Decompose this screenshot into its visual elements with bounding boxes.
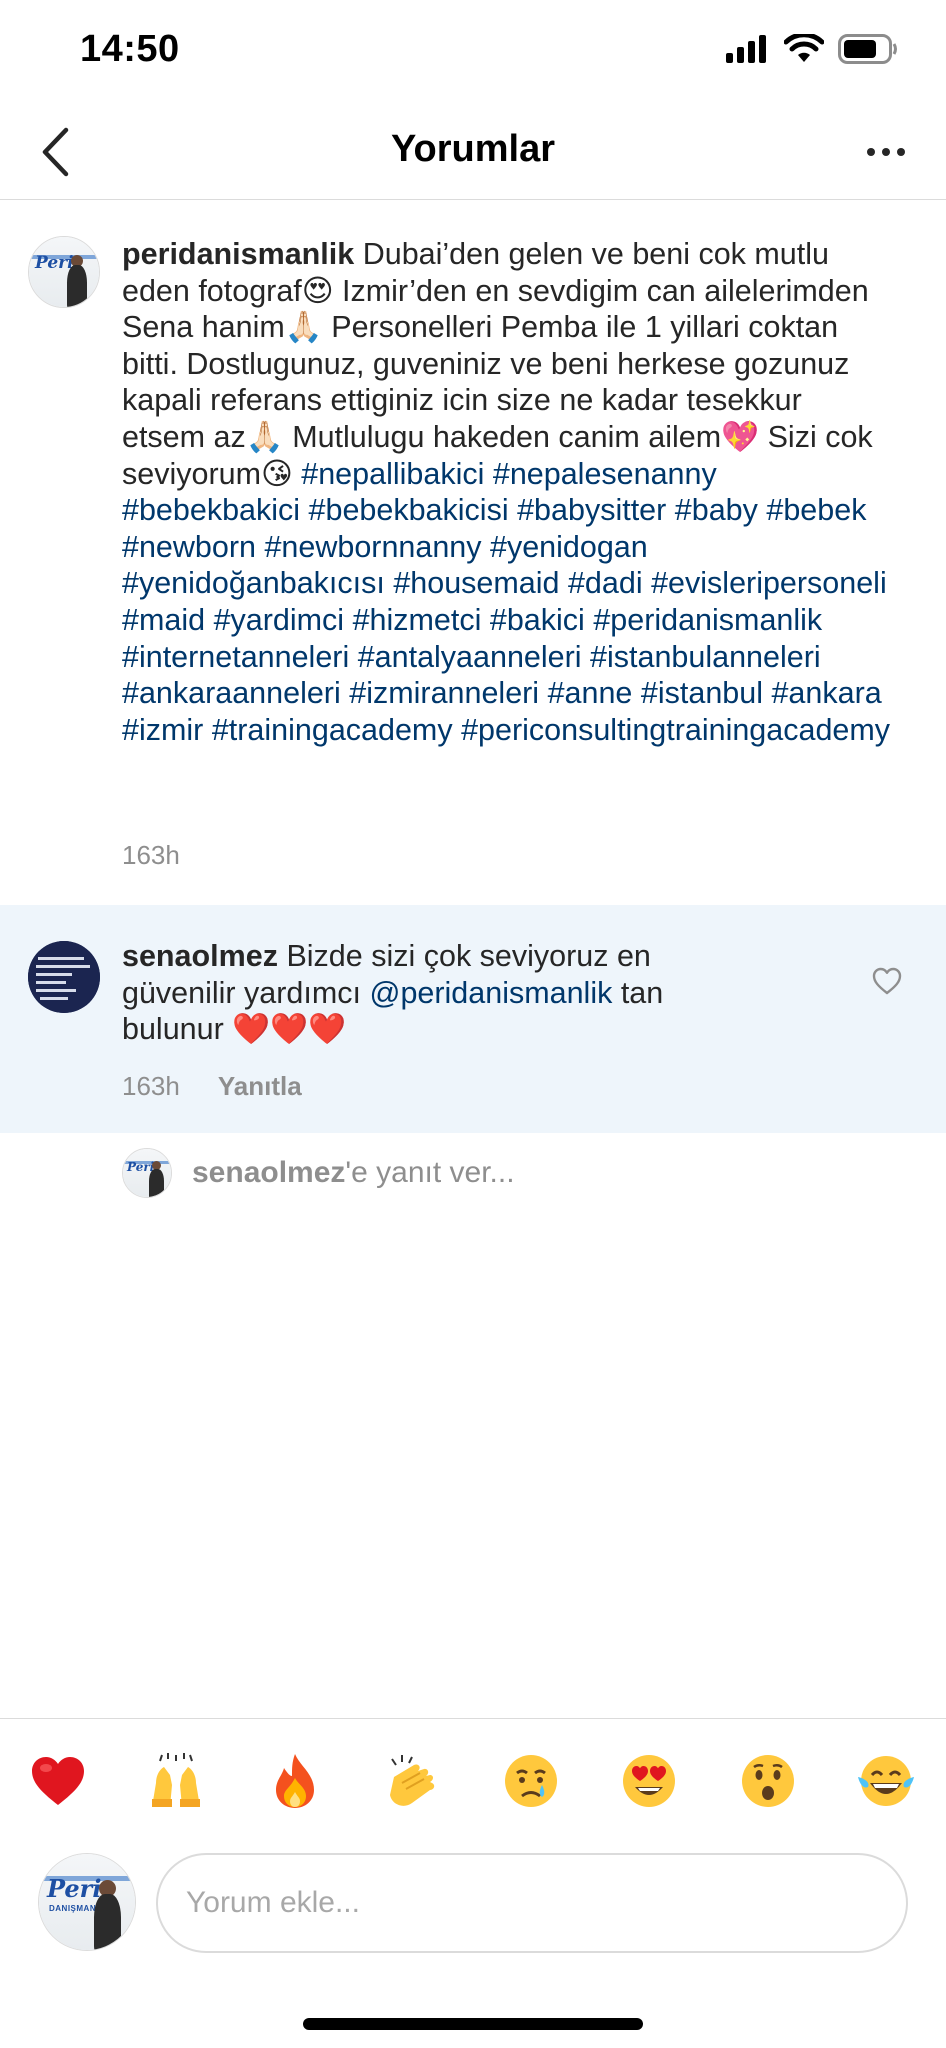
- emoji-tears-of-joy-button[interactable]: [840, 1735, 932, 1827]
- hashtag-link[interactable]: #izmir: [122, 713, 203, 747]
- peri-logo-avatar: Peri: [29, 237, 99, 307]
- page-title: Yorumlar: [390, 128, 555, 170]
- home-indicator[interactable]: [303, 2018, 643, 2030]
- hashtag-link[interactable]: #newbornnanny: [264, 530, 481, 564]
- comment-time: 163h: [122, 1071, 180, 1101]
- hashtag-link[interactable]: #nepallibakici: [301, 457, 484, 491]
- red-heart-icon: [32, 1757, 84, 1805]
- hashtag-link[interactable]: #bakici: [490, 603, 585, 637]
- hashtag-link[interactable]: #periconsultingtrainingacademy: [461, 713, 890, 747]
- like-comment-button[interactable]: [872, 967, 908, 1003]
- hashtag-link[interactable]: #evisleripersoneli: [651, 566, 887, 600]
- comment-text: senaolmez Bizde sizi çok seviyoruz en gü…: [122, 938, 682, 1048]
- caption-time: 163h: [122, 840, 180, 870]
- emoji-bar: [0, 1718, 946, 1843]
- hashtag-link[interactable]: #yenidoğanbakıcısı: [122, 566, 385, 600]
- wifi-icon: [784, 34, 824, 62]
- hashtag-link[interactable]: #internetanneleri: [122, 640, 349, 674]
- peri-logo-avatar: Peri: [123, 1149, 171, 1197]
- caption-body: Dubai’den gelen ve beni cok mutlu eden f…: [122, 237, 873, 491]
- comment-meta: 163h Yanıtla: [122, 1071, 302, 1102]
- caption-text: peridanismanlik Dubai’den gelen ve beni …: [122, 236, 892, 748]
- surprised-face-icon: [741, 1755, 794, 1807]
- hashtag-link[interactable]: #bebekbakici: [122, 493, 300, 527]
- nav-bar: Yorumlar: [0, 104, 946, 200]
- hashtag-link[interactable]: #babysitter: [517, 493, 666, 527]
- comment-item: senaolmez Bizde sizi çok seviyoruz en gü…: [0, 905, 946, 1133]
- emoji-surprised-face-button[interactable]: [722, 1735, 814, 1827]
- reply-button[interactable]: Yanıtla: [218, 1071, 302, 1102]
- signal-icon: [726, 35, 766, 63]
- caption-username[interactable]: peridanismanlik: [122, 237, 354, 271]
- hashtag-link[interactable]: #maid: [122, 603, 205, 637]
- comment-username[interactable]: senaolmez: [122, 939, 278, 973]
- heart-eyes-icon: [623, 1755, 676, 1807]
- hashtag-link[interactable]: #nepalesenanny: [493, 457, 717, 491]
- more-horizontal-icon: [867, 148, 905, 156]
- hashtag-link[interactable]: #bebek: [766, 493, 866, 527]
- caption-hashtags: #nepallibakici #nepalesenanny #bebekbaki…: [122, 457, 890, 747]
- emoji-heart-button[interactable]: [12, 1735, 104, 1827]
- raised-hands-icon: [152, 1753, 201, 1807]
- battery-icon: [838, 34, 897, 64]
- status-bar: 14:50: [0, 0, 946, 104]
- avatar: Peri: [122, 1148, 172, 1198]
- caption-meta: 163h: [122, 840, 180, 871]
- crying-face-icon: [505, 1755, 558, 1807]
- tears-of-joy-icon: [857, 1756, 914, 1806]
- hashtag-link[interactable]: #baby: [675, 493, 758, 527]
- hashtag-link[interactable]: #yardimci: [214, 603, 345, 637]
- status-time: 14:50: [80, 28, 180, 70]
- emoji-crying-face-button[interactable]: [485, 1735, 577, 1827]
- hashtag-link[interactable]: #ankara: [771, 676, 881, 710]
- hashtag-link[interactable]: #istanbulanneleri: [590, 640, 821, 674]
- hashtag-link[interactable]: #peridanismanlik: [593, 603, 822, 637]
- hashtag-link[interactable]: #trainingacademy: [212, 713, 453, 747]
- hashtag-link[interactable]: #anne: [548, 676, 633, 710]
- hashtag-link[interactable]: #hizmetci: [353, 603, 482, 637]
- more-options-button[interactable]: [856, 124, 916, 180]
- emoji-fire-button[interactable]: [249, 1735, 341, 1827]
- comment-composer: Peri DANIŞMANLIK: [0, 1843, 946, 1963]
- avatar[interactable]: [28, 941, 100, 1013]
- reply-to-prompt[interactable]: Peri senaolmez'e yanıt ver...: [122, 1148, 515, 1198]
- status-icons: [726, 34, 898, 64]
- hashtag-link[interactable]: #dadi: [568, 566, 643, 600]
- reply-to-suffix: 'e yanıt ver...: [345, 1156, 515, 1189]
- hashtag-link[interactable]: #housemaid: [393, 566, 559, 600]
- hashtag-link[interactable]: #izmiranneleri: [349, 676, 539, 710]
- hashtag-link[interactable]: #bebekbakicisi: [309, 493, 509, 527]
- reply-to-text: senaolmez'e yanıt ver...: [192, 1156, 515, 1190]
- heart-outline-icon: [872, 967, 902, 995]
- clapping-hands-icon: [389, 1755, 435, 1806]
- hashtag-link[interactable]: #istanbul: [641, 676, 763, 710]
- comment-input[interactable]: [156, 1853, 908, 1953]
- reply-to-username: senaolmez: [192, 1156, 346, 1189]
- emoji-heart-eyes-button[interactable]: [603, 1735, 695, 1827]
- senaolmez-avatar-image: [28, 941, 100, 1013]
- mention-link[interactable]: @peridanismanlik: [369, 976, 612, 1010]
- hashtag-link[interactable]: #newborn: [122, 530, 256, 564]
- emoji-raised-hands-button[interactable]: [130, 1735, 222, 1827]
- hashtag-link[interactable]: #antalyaanneleri: [358, 640, 582, 674]
- hashtag-link[interactable]: #yenidogan: [490, 530, 648, 564]
- fire-icon: [275, 1754, 314, 1808]
- avatar: Peri DANIŞMANLIK: [38, 1853, 136, 1951]
- emoji-clapping-button[interactable]: [367, 1735, 459, 1827]
- avatar[interactable]: Peri: [28, 236, 100, 308]
- hashtag-link[interactable]: #ankaraanneleri: [122, 676, 341, 710]
- peri-logo-avatar: Peri DANIŞMANLIK: [39, 1854, 135, 1950]
